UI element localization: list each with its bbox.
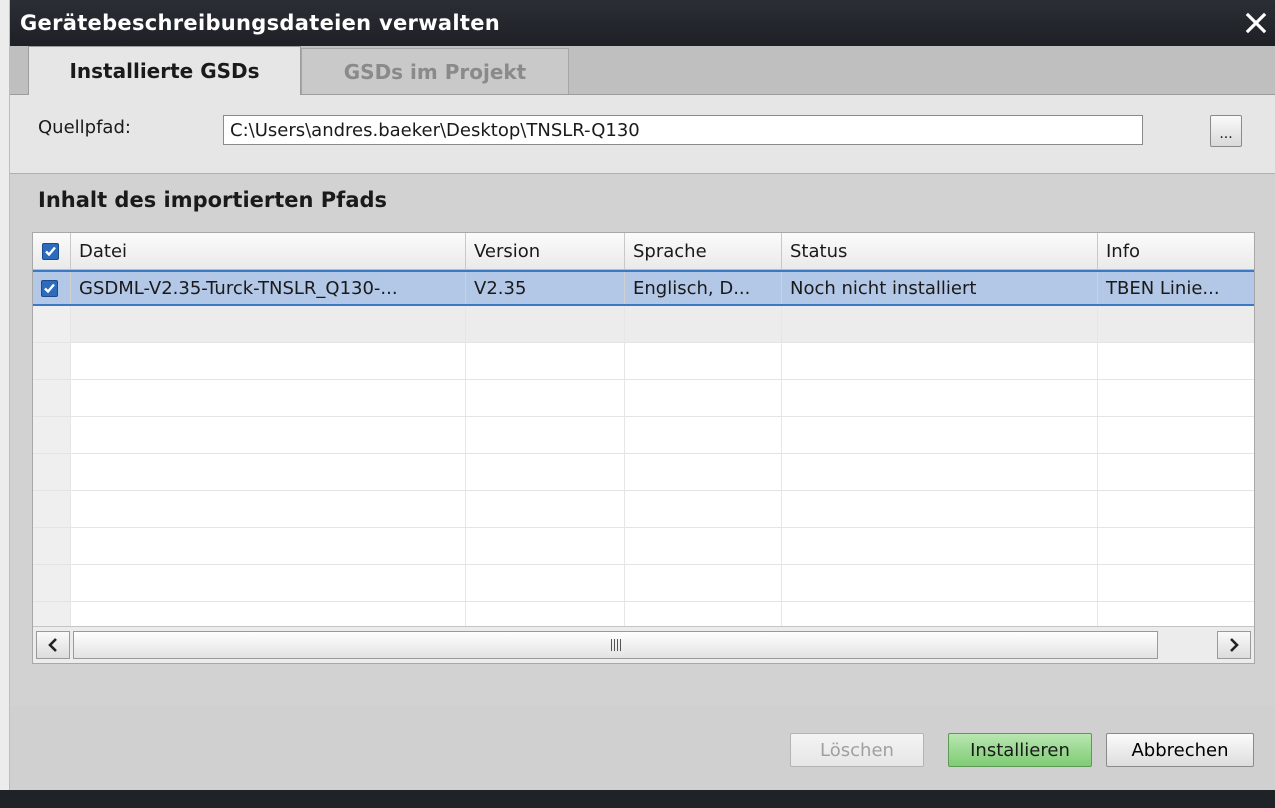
column-header-version-label: Version (474, 240, 541, 262)
column-header-status-label: Status (790, 240, 848, 262)
cell-datei: GSDML-V2.35-Turck-TNSLR_Q130-... (71, 272, 466, 304)
imported-path-content: Inhalt des importierten Pfads Datei Vers… (10, 174, 1275, 706)
checkmark-icon (45, 246, 56, 256)
tab-gsds-in-project[interactable]: GSDs im Projekt (301, 48, 569, 94)
empty-row (33, 306, 1254, 343)
title-bar: Gerätebeschreibungsdateien verwalten (10, 0, 1275, 46)
header-select-all-cell (33, 233, 71, 269)
column-header-version[interactable]: Version (466, 233, 625, 269)
empty-row (33, 417, 1254, 454)
column-header-sprache[interactable]: Sprache (625, 233, 782, 269)
empty-row (33, 491, 1254, 528)
select-all-checkbox[interactable] (42, 242, 59, 260)
tab-installed-gsds-label: Installierte GSDs (69, 59, 260, 83)
chevron-right-icon (1230, 638, 1239, 652)
install-button[interactable]: Installieren (948, 733, 1092, 767)
section-heading: Inhalt des importierten Pfads (38, 188, 388, 212)
empty-row (33, 454, 1254, 491)
tab-gsds-in-project-label: GSDs im Projekt (343, 59, 527, 84)
browse-button-label: ... (1219, 126, 1233, 142)
tab-installed-gsds[interactable]: Installierte GSDs (28, 46, 301, 95)
tab-strip: Installierte GSDs GSDs im Projekt (10, 46, 1275, 95)
background-window-edge (0, 0, 10, 808)
column-header-status[interactable]: Status (782, 233, 1098, 269)
scroll-left-button[interactable] (36, 631, 70, 659)
delete-button[interactable]: Löschen (790, 733, 924, 767)
empty-row (33, 380, 1254, 417)
close-icon (1245, 12, 1267, 34)
source-path-input[interactable] (223, 115, 1143, 145)
checkmark-icon (44, 283, 55, 293)
browse-button[interactable]: ... (1210, 115, 1242, 147)
column-header-datei-label: Datei (79, 240, 128, 262)
scroll-right-button[interactable] (1217, 631, 1251, 659)
empty-row (33, 565, 1254, 602)
column-header-info-label: Info (1106, 240, 1141, 262)
cell-version: V2.35 (466, 272, 625, 304)
cell-status: Noch nicht installiert (782, 272, 1098, 304)
scroll-thumb[interactable] (73, 631, 1158, 659)
table-header: Datei Version Sprache Status Info (33, 233, 1254, 270)
cancel-button[interactable]: Abbrechen (1106, 733, 1254, 767)
grip-icon (610, 639, 621, 651)
manage-gsd-dialog: Gerätebeschreibungsdateien verwalten Ins… (10, 0, 1275, 808)
dialog-title: Gerätebeschreibungsdateien verwalten (20, 11, 500, 35)
chevron-left-icon (48, 638, 57, 652)
empty-row (33, 343, 1254, 380)
cell-info: TBEN Linie... (1106, 277, 1220, 299)
empty-row (33, 528, 1254, 565)
horizontal-scrollbar[interactable] (33, 626, 1254, 663)
row-checkbox[interactable] (41, 279, 58, 297)
row-select-cell (33, 272, 71, 304)
background-window-bar (0, 790, 1275, 808)
table-row[interactable]: GSDML-V2.35-Turck-TNSLR_Q130-... V2.35 E… (33, 270, 1254, 308)
column-header-datei[interactable]: Datei (71, 233, 466, 269)
empty-row (33, 602, 1254, 629)
cell-sprache: Englisch, D... (625, 272, 782, 304)
column-header-info[interactable]: Info (1098, 233, 1254, 269)
source-path-panel: Quellpfad: ... (10, 95, 1275, 174)
column-header-sprache-label: Sprache (633, 240, 707, 262)
dialog-footer: Löschen Installieren Abbrechen (10, 706, 1275, 790)
close-button[interactable] (1237, 0, 1275, 46)
source-path-label: Quellpfad: (38, 117, 131, 138)
gsd-file-table: Datei Version Sprache Status Info GSDML-… (32, 232, 1255, 664)
